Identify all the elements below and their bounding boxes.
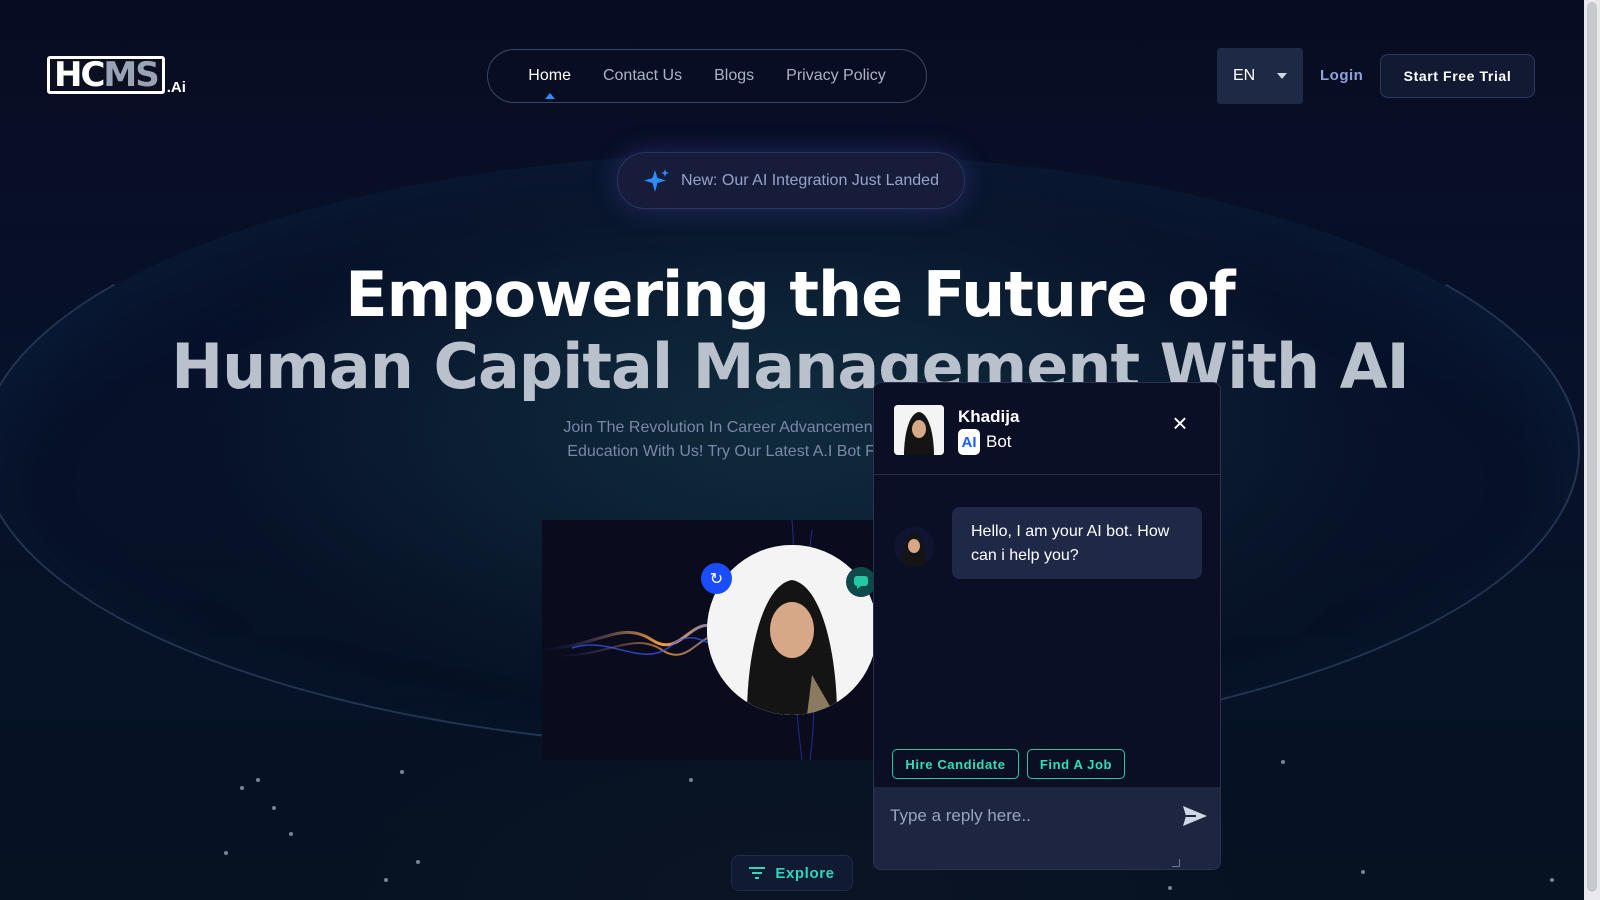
nav-home[interactable]: Home bbox=[528, 67, 571, 85]
star-dot bbox=[289, 832, 293, 836]
nav-blogs[interactable]: Blogs bbox=[714, 67, 754, 85]
scrollbar-thumb[interactable] bbox=[1587, 2, 1597, 892]
login-link[interactable]: Login bbox=[1320, 67, 1363, 84]
refresh-icon[interactable]: ↻ bbox=[701, 563, 732, 594]
star-dot bbox=[1168, 886, 1172, 890]
star-dot bbox=[416, 860, 420, 864]
star-dot bbox=[1281, 760, 1285, 764]
star-dot bbox=[384, 878, 388, 882]
chat-widget: Khadija AI Bot × Hello, I am your AI bot… bbox=[873, 382, 1221, 870]
star-dot bbox=[689, 778, 693, 782]
chevron-down-icon bbox=[1277, 73, 1287, 79]
star-dot bbox=[272, 806, 276, 810]
hcms-logo[interactable]: HC MS .Ai bbox=[47, 55, 186, 96]
bot-message-bubble: Hello, I am your AI bot. How can i help … bbox=[952, 507, 1202, 579]
star-dot bbox=[240, 786, 244, 790]
logo-mark: HC MS bbox=[47, 55, 165, 95]
chat-input-area bbox=[874, 787, 1220, 869]
hero-title-line2: Human Capital Management With AI bbox=[171, 330, 1410, 403]
announcement-text: New: Our AI Integration Just Landed bbox=[681, 171, 939, 189]
star-dot bbox=[224, 851, 228, 855]
nav-privacy-policy[interactable]: Privacy Policy bbox=[786, 67, 886, 85]
sparkle-icon bbox=[644, 168, 670, 192]
start-free-trial-button[interactable]: Start Free Trial bbox=[1380, 54, 1535, 98]
logo-hc: HC bbox=[54, 55, 105, 95]
filter-icon bbox=[749, 867, 766, 879]
nav-contact-us[interactable]: Contact Us bbox=[603, 67, 682, 85]
quick-reply-find-a-job[interactable]: Find A Job bbox=[1027, 749, 1125, 779]
bot-avatar bbox=[894, 405, 944, 455]
announcement-pill[interactable]: New: Our AI Integration Just Landed bbox=[617, 152, 965, 209]
bot-role: Bot bbox=[986, 432, 1012, 451]
star-dot bbox=[256, 778, 260, 782]
hero-subtitle-line2: Education With Us! Try Our Latest A.I Bo… bbox=[567, 443, 893, 460]
message-avatar-illustration bbox=[894, 527, 934, 567]
avatar-illustration bbox=[894, 405, 944, 455]
resize-handle[interactable] bbox=[1172, 859, 1180, 867]
chat-header: Khadija AI Bot × bbox=[874, 383, 1220, 475]
star-dot bbox=[400, 770, 404, 774]
hero-subtitle-line1: Join The Revolution In Career Advancemen… bbox=[563, 419, 897, 436]
hero-title-line1: Empowering the Future of bbox=[345, 258, 1236, 331]
bot-tag: AI Bot bbox=[958, 429, 1012, 455]
send-icon[interactable] bbox=[1182, 805, 1208, 827]
logo-suffix: .Ai bbox=[166, 79, 186, 96]
language-select[interactable]: EN bbox=[1217, 48, 1303, 104]
logo-ms: MS bbox=[103, 55, 159, 95]
explore-label: Explore bbox=[775, 864, 835, 882]
explore-button[interactable]: Explore bbox=[731, 855, 853, 891]
page-scrollbar[interactable] bbox=[1584, 0, 1600, 900]
ai-badge: AI bbox=[958, 429, 980, 455]
reply-input[interactable] bbox=[890, 801, 1160, 831]
main-nav: Home Contact Us Blogs Privacy Policy bbox=[487, 49, 927, 103]
chat-bubble-glyph bbox=[854, 576, 868, 589]
star-dot bbox=[1550, 878, 1554, 882]
language-value: EN bbox=[1233, 67, 1256, 84]
chat-bubble-icon[interactable] bbox=[846, 567, 876, 597]
bot-name: Khadija bbox=[958, 407, 1020, 426]
message-avatar bbox=[894, 527, 934, 567]
star-dot bbox=[1361, 870, 1365, 874]
close-icon[interactable]: × bbox=[1170, 410, 1190, 436]
quick-reply-hire-candidate[interactable]: Hire Candidate bbox=[892, 749, 1019, 779]
